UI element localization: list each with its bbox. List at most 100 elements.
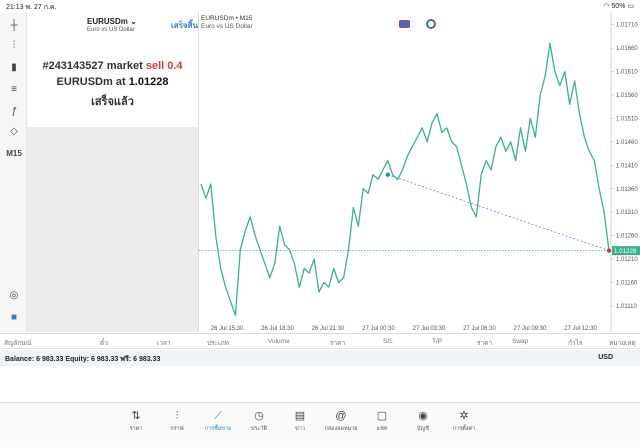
status-right: ◠ 50% ▭ bbox=[603, 2, 634, 10]
x-tick-label: 26 Jul 18:30 bbox=[261, 326, 294, 332]
column-header[interactable]: Volume bbox=[268, 338, 290, 345]
column-header[interactable]: ราคา bbox=[477, 338, 492, 348]
balance-bar: Balance: 6 983.33 Equity: 6 983.33 ฟรี: … bbox=[0, 350, 640, 366]
tab-item[interactable]: ▢ แชท bbox=[362, 409, 402, 433]
crosshair-icon[interactable]: ┼ bbox=[4, 18, 24, 34]
one-click-icon[interactable]: ■ bbox=[4, 310, 24, 326]
positions-list bbox=[0, 366, 640, 402]
quotes-icon: ⇅ bbox=[131, 410, 141, 422]
search-icon[interactable]: ◎ bbox=[4, 288, 24, 304]
trade-entry-marker bbox=[385, 172, 390, 177]
column-header[interactable]: S/L bbox=[383, 338, 393, 345]
tab-label: แชท bbox=[376, 426, 388, 432]
y-tick-label: 1.01310 bbox=[616, 210, 638, 216]
tab-label: บัญชี bbox=[417, 426, 429, 432]
tab-item[interactable]: ▤ ข่าว bbox=[280, 409, 320, 433]
tab-item[interactable]: ⟋ การซื้อขาย bbox=[198, 409, 238, 433]
y-tick-label: 1.01110 bbox=[616, 304, 637, 310]
price-line bbox=[200, 42, 610, 316]
order-type: market bbox=[106, 60, 143, 72]
bar-chart-icon[interactable]: ⫶ bbox=[4, 38, 24, 54]
symbol-selector[interactable]: EURUSDm ⌄ bbox=[87, 17, 137, 26]
x-tick-label: 27 Jul 03:30 bbox=[413, 326, 446, 332]
y-tick-label: 1.01460 bbox=[616, 140, 638, 146]
bottom-tab-bar: ⇅ ราคา ⫶ กราฟ ⟋ การซื้อขาย ◷ ประวัติ ▤ ข่าว @ กล่อง… bbox=[0, 402, 640, 447]
order-symbol: EURUSDm at bbox=[56, 76, 126, 88]
column-header[interactable]: เวลา bbox=[157, 338, 171, 348]
tab-item[interactable]: ◉ บัญชี bbox=[403, 409, 443, 433]
column-header[interactable]: ราคา bbox=[330, 338, 345, 348]
order-status: เสร็จแล้ว bbox=[91, 96, 134, 108]
tab-label: การตั้งค่า bbox=[452, 426, 476, 432]
order-id: #243143527 bbox=[42, 60, 104, 72]
y-tick-label: 1.01410 bbox=[616, 163, 638, 169]
tab-label: กล่องจดหมาย bbox=[324, 426, 358, 432]
trade-icon: ⟋ bbox=[214, 410, 222, 422]
tab-item[interactable]: ✲ การตั้งค่า bbox=[444, 409, 484, 433]
x-tick-label: 26 Jul 15:30 bbox=[211, 326, 244, 332]
y-tick-label: 1.01260 bbox=[616, 234, 638, 240]
order-symbol-line: EURUSDm at 1.01228 bbox=[27, 76, 198, 88]
price-chart[interactable]: EURUSDm • M15 Euro vs US Dollar 1.01710 1… bbox=[199, 12, 640, 332]
trade-panel: EURUSDm ⌄ Euro vs US Dollar เสร็จสิ้น #2… bbox=[27, 12, 199, 332]
order-side: sell 0.4 bbox=[145, 60, 183, 72]
settings-icon: ✲ bbox=[459, 410, 469, 422]
x-tick-label: 26 Jul 21:30 bbox=[312, 326, 345, 332]
column-header[interactable]: ประเภท bbox=[207, 338, 229, 348]
tab-item[interactable]: ◷ ประวัติ bbox=[239, 409, 279, 433]
indicators-icon[interactable]: ≡ bbox=[4, 82, 24, 98]
column-header[interactable]: สัญลักษณ์ bbox=[4, 338, 32, 348]
tab-item[interactable]: ⫶ กราฟ bbox=[157, 409, 197, 433]
balance-text: Balance: 6 983.33 Equity: 6 983.33 ฟรี: … bbox=[5, 356, 161, 363]
symbol-description: Euro vs US Dollar bbox=[87, 27, 135, 33]
x-tick-label: 27 Jul 00:30 bbox=[362, 326, 395, 332]
done-button[interactable]: เสร็จสิ้น bbox=[171, 19, 198, 32]
status-bar: 21:13 พ. 27 ก.ค. ◠ 50% ▭ bbox=[0, 0, 640, 12]
order-price: 1.01228 bbox=[128, 76, 169, 88]
chevron-down-icon: ⌄ bbox=[130, 17, 137, 26]
y-tick-label: 1.01710 bbox=[616, 23, 638, 29]
trade-result-card: EURUSDm ⌄ Euro vs US Dollar เสร็จสิ้น #2… bbox=[27, 12, 198, 127]
tab-item[interactable]: ⇅ ราคา bbox=[116, 409, 156, 433]
y-tick-label: 1.01660 bbox=[616, 46, 638, 52]
y-tick-label: 1.01610 bbox=[616, 70, 638, 76]
y-tick-label: 1.01160 bbox=[616, 281, 638, 287]
y-tick-label: 1.01510 bbox=[616, 116, 638, 122]
current-price-label: 1.01228 bbox=[614, 248, 637, 255]
column-header[interactable]: กำไร bbox=[568, 338, 582, 348]
battery-icon: ▭ bbox=[627, 3, 634, 10]
y-tick-label: 1.01210 bbox=[616, 257, 638, 263]
tab-label: ข่าว bbox=[295, 426, 305, 432]
y-tick-label: 1.01560 bbox=[616, 93, 638, 99]
x-tick-label: 27 Jul 09:30 bbox=[514, 326, 547, 332]
order-line: #243143527 market sell 0.4 bbox=[27, 60, 198, 72]
account-icon: ◉ bbox=[418, 410, 428, 422]
news-icon: ▤ bbox=[294, 410, 306, 422]
mailbox-icon: @ bbox=[335, 410, 347, 422]
wifi-icon: ◠ bbox=[603, 3, 610, 10]
tab-label: ราคา bbox=[129, 426, 143, 432]
tab-label: ประวัติ bbox=[250, 426, 268, 432]
x-tick-label: 27 Jul 06:30 bbox=[463, 326, 496, 332]
tab-label: การซื้อขาย bbox=[204, 426, 232, 432]
history-icon: ◷ bbox=[254, 410, 264, 422]
tab-item[interactable]: @ กล่องจดหมาย bbox=[321, 409, 361, 433]
column-header[interactable]: ตั๋ว bbox=[100, 338, 108, 348]
chat-icon: ▢ bbox=[376, 410, 388, 422]
timeframe-button[interactable]: M15 bbox=[4, 146, 24, 162]
chart-icon: ⫶ bbox=[175, 410, 179, 422]
battery-level: 50% bbox=[611, 3, 626, 10]
column-header[interactable]: Swap bbox=[512, 338, 528, 345]
balance-currency: USD bbox=[598, 354, 613, 361]
trade-line bbox=[387, 174, 610, 251]
positions-header: สัญลักษณ์ ตั๋ว เวลา ประเภท Volume ราคา S/L T/P ร… bbox=[0, 333, 640, 349]
objects-icon[interactable]: ◇ bbox=[4, 124, 24, 140]
column-header[interactable]: หมายเหตุ bbox=[609, 338, 636, 348]
candles-icon[interactable]: ▮ bbox=[4, 60, 24, 76]
x-tick-label: 27 Jul 12:30 bbox=[564, 326, 597, 332]
tab-label: กราฟ bbox=[170, 426, 184, 432]
chart-canvas: 1.01710 1.01660 1.01610 1.01560 1.01510 1.014… bbox=[199, 12, 640, 332]
function-icon[interactable]: ƒ bbox=[4, 104, 24, 120]
y-tick-label: 1.01360 bbox=[616, 187, 638, 193]
column-header[interactable]: T/P bbox=[432, 338, 442, 345]
